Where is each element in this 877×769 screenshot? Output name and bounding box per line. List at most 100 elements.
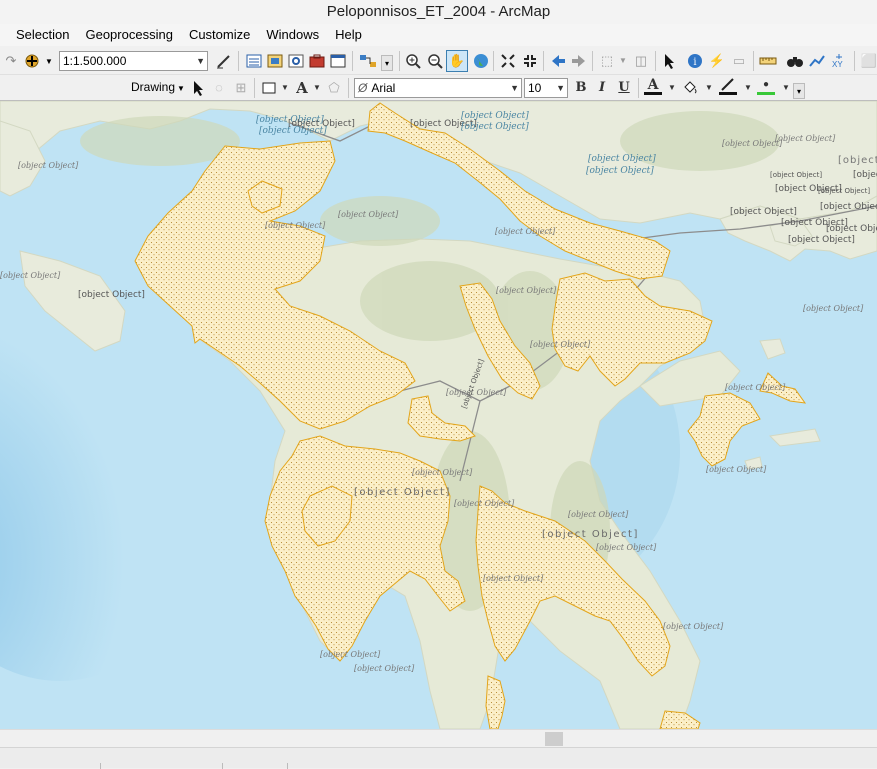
menu-geoprocessing[interactable]: Geoprocessing: [77, 24, 180, 46]
html-popup-icon[interactable]: ▭: [730, 52, 748, 70]
zoom-to-selected-icon[interactable]: ⊞: [232, 79, 250, 97]
redo-icon[interactable]: ↷: [2, 52, 20, 70]
font-name-value: Arial: [371, 81, 396, 95]
map-label: [object Object]: [354, 487, 451, 498]
font-size-combo[interactable]: 10 ▼: [524, 78, 568, 98]
full-extent-globe-icon[interactable]: [472, 52, 490, 70]
fixed-zoom-out-icon[interactable]: [521, 52, 539, 70]
go-to-xy-icon[interactable]: XY: [830, 52, 848, 70]
map-scale-combo[interactable]: 1:1.500.000 ▼: [59, 51, 208, 71]
map-canvas[interactable]: [object Object] [object Object] [object …: [0, 101, 877, 729]
standard-toolbar: ↷ ▼ 1:1.500.000 ▼ ▾ ✋ ⬚ ▼ ◫ i ⚡ ▭ XY ⬜: [0, 47, 877, 75]
map-label: [object Object]: [320, 650, 381, 659]
select-graphics-arrow-icon[interactable]: [189, 79, 207, 97]
italic-button[interactable]: I: [593, 79, 611, 97]
clear-selection-icon[interactable]: ◫: [632, 52, 650, 70]
map-label: [object Object]: [596, 543, 657, 552]
arctoolbox-icon[interactable]: [308, 52, 326, 70]
zoom-out-icon[interactable]: [426, 52, 444, 70]
search-window-icon[interactable]: [287, 52, 305, 70]
add-data-button[interactable]: ▼: [22, 51, 54, 71]
toolbar-separator: [238, 51, 239, 71]
map-label: [object Object]: [461, 122, 529, 132]
pan-tool-button[interactable]: ✋: [446, 50, 468, 72]
line-color-icon[interactable]: [719, 77, 737, 95]
map-label: [object Object]: [0, 271, 61, 280]
underline-button[interactable]: U: [615, 79, 633, 97]
menu-selection[interactable]: Selection: [0, 24, 77, 46]
map-label: [object Object]: [568, 510, 629, 519]
drawing-menu-button[interactable]: Drawing ▼: [131, 80, 185, 94]
editor-toolbar-icon[interactable]: [215, 52, 233, 70]
identify-icon[interactable]: i: [686, 52, 704, 70]
pan-hand-icon: ✋: [448, 53, 466, 68]
map-label: [object Object]: [586, 166, 654, 176]
font-name-combo[interactable]: Ø Arial ▼: [354, 78, 522, 98]
chevron-down-icon[interactable]: ▼: [276, 79, 294, 97]
chevron-down-icon[interactable]: ▼: [663, 79, 681, 97]
python-window-icon[interactable]: [329, 52, 347, 70]
chevron-down-icon[interactable]: ▼: [739, 79, 757, 97]
bold-button[interactable]: B: [572, 79, 590, 97]
menu-bar: Selection Geoprocessing Customize Window…: [0, 24, 877, 46]
opentype-font-icon: Ø: [358, 81, 368, 95]
measure-icon[interactable]: [759, 52, 777, 70]
svg-text:i: i: [693, 57, 696, 68]
rotate-icon[interactable]: ◌: [210, 79, 228, 97]
select-elements-icon[interactable]: [660, 52, 678, 70]
toolbar-separator: [543, 51, 544, 71]
time-slider-icon[interactable]: ⬜: [860, 52, 877, 70]
toolbar-separator: [854, 51, 855, 71]
drawing-menu-label: Drawing: [131, 80, 176, 94]
window-title: Peloponnisos_ET_2004 - ArcMap: [326, 3, 551, 20]
status-bar: [0, 747, 877, 769]
marker-color-icon[interactable]: ●: [757, 77, 775, 95]
menu-help[interactable]: Help: [327, 24, 370, 46]
map-label: [object Object]: [818, 187, 870, 195]
font-color-icon[interactable]: A: [644, 77, 662, 95]
back-extent-icon[interactable]: [549, 52, 567, 70]
toolbar-separator: [399, 51, 400, 71]
font-size-value: 10: [528, 81, 542, 95]
map-label: [object Object]: [78, 290, 145, 300]
map-label: [object Object]: [838, 155, 877, 166]
chevron-down-icon[interactable]: ▼: [510, 79, 519, 97]
chevron-down-icon[interactable]: ▼: [308, 79, 326, 97]
map-display[interactable]: [object Object] [object Object] [object …: [0, 101, 877, 729]
toolbar-separator: [753, 51, 754, 71]
toolbar-overflow-icon[interactable]: ▾: [381, 55, 393, 71]
chevron-down-icon[interactable]: ▼: [196, 52, 205, 70]
map-label: [object Object]: [788, 235, 855, 245]
menu-customize[interactable]: Customize: [181, 24, 258, 46]
catalog-icon[interactable]: [266, 52, 284, 70]
map-label: [object Object]: [412, 468, 473, 477]
toolbar-separator: [352, 51, 353, 71]
status-divider: [287, 763, 288, 769]
scrollbar-thumb[interactable]: [545, 732, 563, 746]
map-horizontal-scrollbar[interactable]: [0, 729, 877, 747]
map-label: [object Object]: [725, 383, 786, 392]
map-label: [object Object]: [461, 111, 529, 121]
table-of-contents-icon[interactable]: [245, 52, 263, 70]
chevron-down-icon: ▼: [177, 84, 185, 93]
find-binoculars-icon[interactable]: [786, 52, 804, 70]
forward-extent-icon[interactable]: [570, 52, 588, 70]
toolbar-overflow-icon[interactable]: ▾: [793, 83, 805, 99]
fill-color-icon[interactable]: [681, 79, 699, 97]
map-label: [object Object]: [770, 171, 822, 179]
window-title-bar: Peloponnisos_ET_2004 - ArcMap: [0, 0, 877, 24]
chevron-down-icon[interactable]: ▼: [700, 79, 718, 97]
chevron-down-icon[interactable]: ▼: [556, 79, 565, 97]
menu-windows[interactable]: Windows: [258, 24, 327, 46]
map-label: [object Object]: [288, 119, 355, 129]
fixed-zoom-in-icon[interactable]: [499, 52, 517, 70]
model-builder-icon[interactable]: [359, 52, 377, 70]
chevron-down-icon: ▼: [45, 56, 53, 66]
hyperlink-icon[interactable]: ⚡: [708, 52, 726, 70]
chevron-down-icon[interactable]: ▼: [614, 52, 632, 70]
toolbar-separator: [655, 51, 656, 71]
map-scale-value: 1:1.500.000: [63, 54, 127, 68]
find-route-icon[interactable]: [808, 52, 826, 70]
zoom-in-icon[interactable]: [404, 52, 422, 70]
edit-vertices-icon[interactable]: ⬠: [325, 79, 343, 97]
